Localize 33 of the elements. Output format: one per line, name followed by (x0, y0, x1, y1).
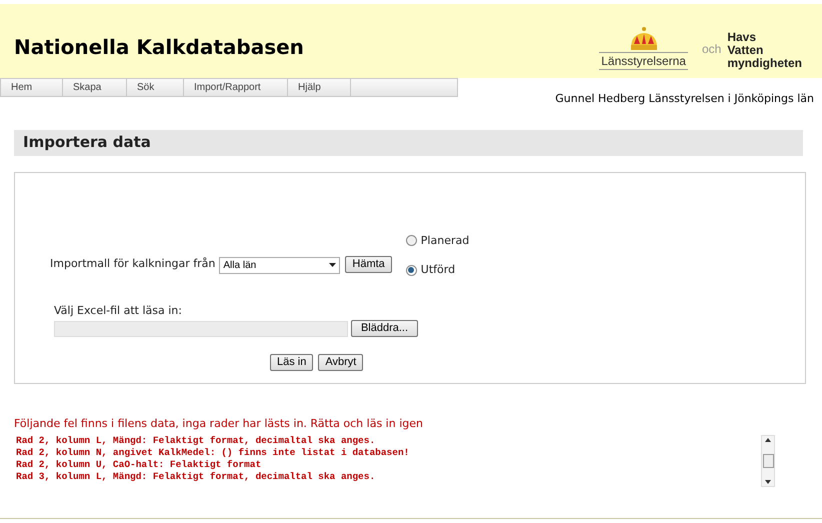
page-title: Importera data (23, 132, 151, 154)
fetch-button[interactable]: Hämta (345, 256, 392, 272)
logo-text: Länsstyrelserna (599, 52, 688, 70)
radio-button[interactable] (406, 235, 417, 246)
user-info: Gunnel Hedberg Länsstyrelsen i Jönköpings län (555, 91, 814, 107)
site-title: Nationella Kalkdatabasen (14, 34, 304, 61)
form-button[interactable]: Avbryt (318, 354, 364, 371)
scroll-thumb[interactable] (762, 454, 774, 468)
browse-button[interactable]: Bläddra... (351, 320, 418, 337)
error-line: Rad 2, kolumn U, CaO-halt: Felaktigt format (16, 459, 262, 471)
radio-label: Utförd (420, 262, 456, 278)
error-line: Rad 2, kolumn L, Mängd: Felaktigt format, decimaltal ska anges. (16, 435, 376, 447)
error-line: Rad 3, kolumn L, Mängd: Felaktigt format, decimaltal ska anges. (16, 471, 376, 483)
scrollbar[interactable] (761, 435, 775, 487)
nav-item[interactable]: Hjälp (288, 79, 351, 96)
error-line: Rad 2, kolumn N, angivet KalkMedel: () finns inte listat i databasen! (16, 447, 410, 459)
nav-item[interactable]: Sök (127, 79, 184, 96)
nav-item[interactable]: Skapa (63, 79, 127, 96)
agency-logo: Havs Vatten myndigheten (727, 31, 802, 70)
file-label: Välj Excel-fil att läsa in: (54, 302, 183, 318)
template-label: Importmall för kalkningar från (50, 256, 216, 272)
scroll-down-icon[interactable] (765, 480, 771, 484)
error-heading: Följande fel finns i filens data, inga rader har lästs in. Rätta och läs in igen (14, 416, 424, 432)
form-button[interactable]: Läs in (270, 354, 314, 371)
scroll-up-icon[interactable] (765, 438, 771, 442)
logo-text: och (702, 41, 722, 58)
dropdown-arrow-icon (329, 263, 336, 267)
file-path-field[interactable] (54, 320, 348, 336)
nav-item[interactable]: Hem (1, 79, 63, 96)
radio-button[interactable] (406, 264, 417, 276)
radio-label: Planerad (420, 232, 470, 248)
county-select[interactable]: Alla län (219, 256, 340, 274)
nav-item[interactable]: Import/Rapport (184, 79, 288, 96)
